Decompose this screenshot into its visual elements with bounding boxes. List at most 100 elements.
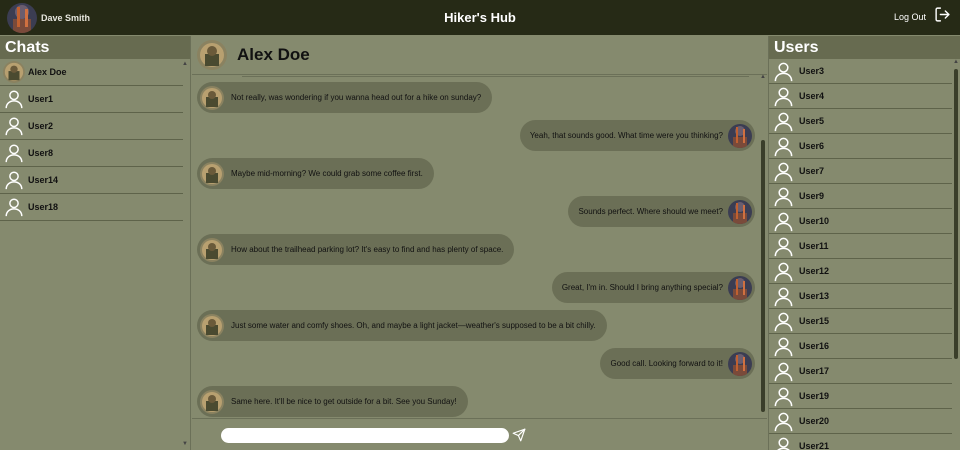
user-item[interactable]: User10 <box>769 209 952 234</box>
scroll-up-arrow[interactable]: ▲ <box>953 59 959 65</box>
user-item-label: User3 <box>799 66 825 76</box>
user-item-label: User20 <box>799 416 830 426</box>
incoming-message: Same here. It'll be nice to get outside … <box>197 386 468 417</box>
person-icon <box>772 410 795 433</box>
user-item[interactable]: User19 <box>769 384 952 409</box>
users-scrollbar[interactable]: ▲ <box>953 59 959 450</box>
person-icon <box>772 185 795 208</box>
user-item[interactable]: User11 <box>769 234 952 259</box>
user-item[interactable]: User4 <box>769 84 952 109</box>
contact-avatar <box>197 40 227 70</box>
contact-avatar <box>3 61 25 83</box>
user-item[interactable]: User17 <box>769 359 952 384</box>
user-item-label: User12 <box>799 266 830 276</box>
scroll-up-arrow[interactable]: ▲ <box>760 74 766 80</box>
contact-avatar <box>200 161 224 186</box>
outgoing-message: Great, I'm in. Should I bring anything s… <box>551 272 755 303</box>
user-item-label: User11 <box>799 241 829 251</box>
chats-panel: Chats Alex Doe User1 User2 User8 User14 User1… <box>0 36 191 450</box>
chat-item-label: User1 <box>28 94 54 104</box>
chat-list: Alex Doe User1 User2 User8 User14 User18 <box>0 59 190 221</box>
user-item[interactable]: User3 <box>769 59 952 84</box>
person-icon <box>3 88 25 110</box>
person-icon <box>772 385 795 408</box>
scroll-down-arrow[interactable]: ▼ <box>182 441 188 447</box>
chat-item[interactable]: User1 <box>0 86 183 113</box>
user-item-label: User5 <box>799 116 825 126</box>
person-icon <box>3 196 25 218</box>
chat-item-label: User14 <box>28 175 59 185</box>
user-item[interactable]: User13 <box>769 284 952 309</box>
scrollbar-thumb[interactable] <box>761 140 765 412</box>
user-item-label: User16 <box>799 341 830 351</box>
user-avatar <box>728 199 752 224</box>
user-item-label: User9 <box>799 191 825 201</box>
incoming-message: How about the trailhead parking lot? It'… <box>197 234 515 265</box>
logout-icon <box>934 6 951 28</box>
user-item[interactable]: User21 <box>769 434 952 450</box>
person-icon <box>772 135 795 158</box>
person-icon <box>772 160 795 183</box>
user-avatar <box>728 351 752 376</box>
user-avatar <box>728 123 752 148</box>
scroll-up-arrow[interactable]: ▲ <box>182 61 188 67</box>
user-item[interactable]: User16 <box>769 334 952 359</box>
user-item-label: User17 <box>799 366 830 376</box>
person-icon <box>772 260 795 283</box>
outgoing-message: Yeah, that sounds good. What time were y… <box>519 120 755 151</box>
user-item[interactable]: User15 <box>769 309 952 334</box>
message-scrollbar[interactable]: ▲ <box>760 74 766 418</box>
scrollbar-thumb[interactable] <box>954 69 958 359</box>
person-icon <box>772 360 795 383</box>
message-text: Maybe mid-morning? We could grab some co… <box>231 169 423 178</box>
chat-item-label: Alex Doe <box>28 67 67 77</box>
person-icon <box>772 85 795 108</box>
chat-item[interactable]: User18 <box>0 194 183 221</box>
user-item[interactable]: User6 <box>769 134 952 159</box>
person-icon <box>3 169 25 191</box>
message-list: Not really, was wondering if you wanna h… <box>192 74 767 418</box>
chat-item-label: User2 <box>28 121 54 131</box>
message-text: Yeah, that sounds good. What time were y… <box>529 131 723 140</box>
contact-avatar <box>200 313 224 338</box>
person-icon <box>772 435 795 450</box>
message-input[interactable] <box>221 428 509 443</box>
send-icon[interactable] <box>512 428 526 442</box>
top-bar: Dave Smith Hiker's Hub Log Out <box>0 0 960 35</box>
chat-item[interactable]: User14 <box>0 167 183 194</box>
user-item-label: User7 <box>799 166 825 176</box>
person-icon <box>772 235 795 258</box>
chat-item-label: User8 <box>28 148 54 158</box>
outgoing-message: Sounds perfect. Where should we meet? <box>568 196 755 227</box>
user-item-label: User21 <box>799 441 830 450</box>
composer <box>192 418 767 450</box>
users-panel: Users User3 User4 User5 User6 User7 User9 User… <box>768 36 960 450</box>
user-item-label: User6 <box>799 141 825 151</box>
logout-button[interactable]: Log Out <box>893 6 951 28</box>
message-text: Good call. Looking forward to it! <box>610 359 723 368</box>
chat-item[interactable]: User2 <box>0 113 183 140</box>
user-list: User3 User4 User5 User6 User7 User9 User10 User… <box>769 59 960 450</box>
user-item[interactable]: User5 <box>769 109 952 134</box>
message-text: Same here. It'll be nice to get outside … <box>231 397 457 406</box>
person-icon <box>772 310 795 333</box>
user-avatar <box>728 275 752 300</box>
chat-item[interactable]: Alex Doe <box>0 59 183 86</box>
person-icon <box>772 60 795 83</box>
contact-name: Alex Doe <box>237 45 310 64</box>
person-icon <box>772 210 795 233</box>
user-item[interactable]: User9 <box>769 184 952 209</box>
person-icon <box>772 110 795 133</box>
chats-title: Chats <box>0 36 190 59</box>
contact-avatar <box>200 85 224 110</box>
user-item[interactable]: User12 <box>769 259 952 284</box>
message-text: How about the trailhead parking lot? It'… <box>231 245 504 254</box>
conversation-panel: Alex Doe Not really, was wondering if yo… <box>192 36 767 450</box>
user-item[interactable]: User20 <box>769 409 952 434</box>
logout-label: Log Out <box>893 12 926 22</box>
users-title: Users <box>769 36 960 59</box>
app-title: Hiker's Hub <box>444 10 516 25</box>
chat-item[interactable]: User8 <box>0 140 183 167</box>
message-text: Not really, was wondering if you wanna h… <box>231 93 482 102</box>
user-item[interactable]: User7 <box>769 159 952 184</box>
